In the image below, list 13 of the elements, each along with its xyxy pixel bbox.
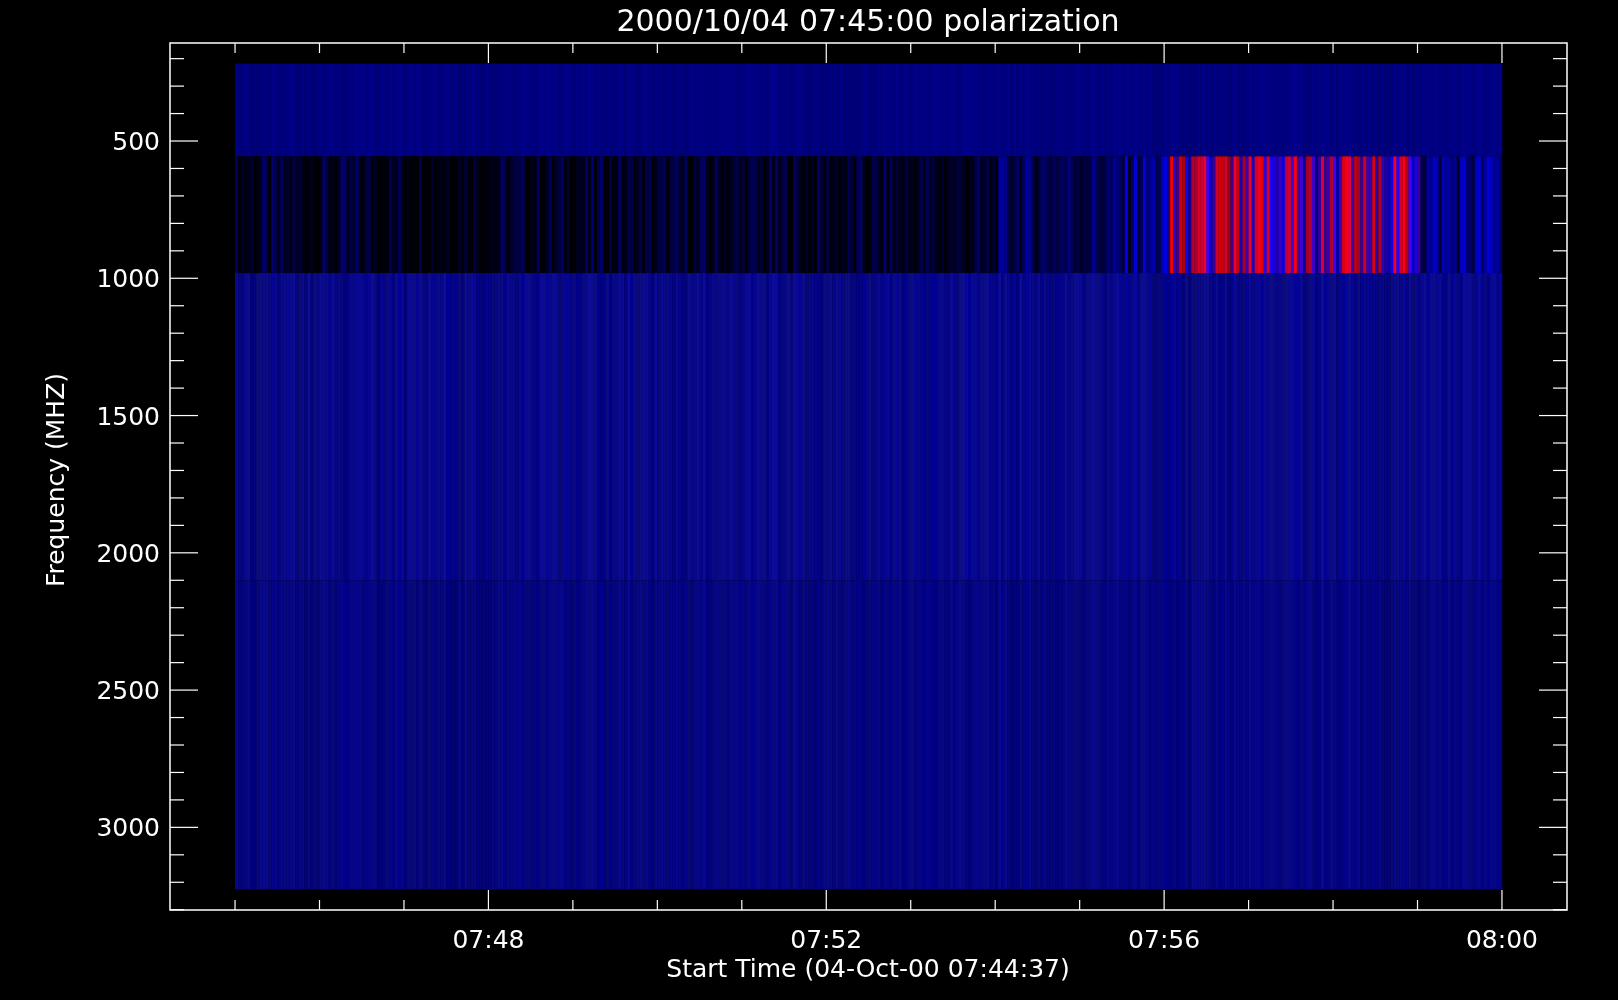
y-tick-label: 2500 <box>96 676 160 706</box>
x-tick-label: 07:56 <box>1128 925 1201 954</box>
x-axis-label: Start Time (04-Oct-00 07:44:37) <box>666 954 1070 983</box>
y-tick-label: 500 <box>112 127 160 156</box>
y-tick-label: 2000 <box>96 538 160 568</box>
y-tick-label: 3000 <box>96 813 160 843</box>
y-tick-label: 1500 <box>96 401 160 431</box>
chart-title: 2000/10/04 07:45:00 polarization <box>616 3 1120 38</box>
y-tick-label: 1000 <box>96 264 160 294</box>
x-tick-label: 08:00 <box>1465 925 1538 954</box>
x-tick-label: 07:48 <box>452 925 525 954</box>
y-axis-label: Frequency (MHZ) <box>41 372 70 588</box>
x-tick-label: 07:52 <box>790 925 863 954</box>
